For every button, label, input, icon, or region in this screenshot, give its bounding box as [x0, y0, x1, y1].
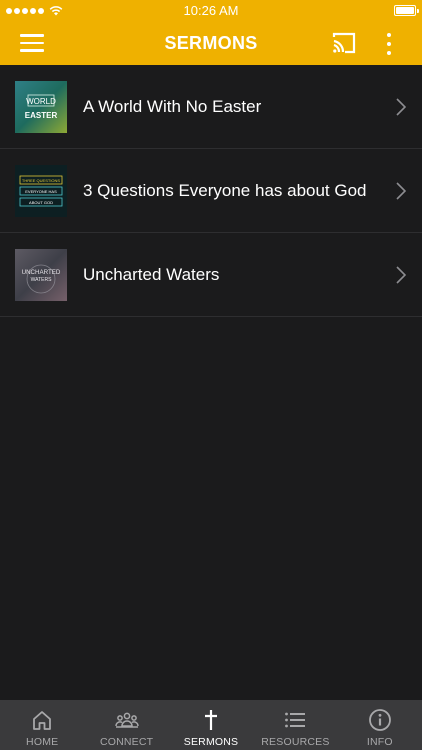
- chevron-right-icon: [396, 182, 406, 200]
- tab-label: SERMONS: [183, 736, 239, 748]
- sermon-thumbnail: THREE QUESTIONS EVERYONE HAS ABOUT GOD: [15, 165, 67, 217]
- sermon-list-item[interactable]: WORLD EASTER A World With No Easter: [0, 65, 422, 149]
- tab-sermons[interactable]: SERMONS: [169, 700, 253, 750]
- sermon-thumbnail: WORLD EASTER: [15, 81, 67, 133]
- tab-label: HOME: [26, 736, 59, 748]
- cast-icon[interactable]: [331, 31, 357, 55]
- people-icon: [114, 712, 139, 728]
- info-icon: [368, 709, 391, 731]
- chevron-right-icon: [396, 266, 406, 284]
- tab-label: CONNECT: [99, 736, 154, 748]
- svg-text:EASTER: EASTER: [25, 111, 58, 120]
- sermon-list-item[interactable]: UNCHARTED WATERS Uncharted Waters: [0, 233, 422, 317]
- battery-icon: [394, 5, 419, 16]
- list-icon: [285, 712, 306, 728]
- svg-text:ABOUT GOD: ABOUT GOD: [29, 200, 53, 205]
- cross-icon: [205, 710, 218, 730]
- home-icon: [33, 711, 52, 730]
- status-bar: 10:26 AM: [0, 0, 422, 22]
- svg-text:THREE QUESTIONS: THREE QUESTIONS: [22, 178, 61, 183]
- svg-text:EVERYONE HAS: EVERYONE HAS: [25, 189, 57, 194]
- tab-label: INFO: [366, 736, 393, 748]
- sermon-title: A World With No Easter: [83, 97, 262, 116]
- sermon-list-item[interactable]: THREE QUESTIONS EVERYONE HAS ABOUT GOD 3…: [0, 149, 422, 233]
- sermon-title: 3 Questions Everyone has about God: [83, 181, 367, 200]
- sermon-thumbnail: UNCHARTED WATERS: [15, 249, 67, 301]
- sermon-title: Uncharted Waters: [83, 265, 220, 284]
- svg-text:WORLD: WORLD: [26, 97, 56, 106]
- more-options-icon[interactable]: [378, 31, 400, 57]
- tab-home[interactable]: HOME: [0, 700, 84, 750]
- tab-bar: HOME CONNECT SERMONS RESOURCES INFO: [0, 700, 422, 750]
- svg-text:WATERS: WATERS: [31, 277, 52, 283]
- tab-label: RESOURCES: [261, 736, 330, 748]
- status-time: 10:26 AM: [183, 3, 239, 18]
- tab-connect[interactable]: CONNECT: [84, 700, 168, 750]
- svg-text:UNCHARTED: UNCHARTED: [22, 269, 61, 276]
- nav-bar: SERMONS: [0, 22, 422, 65]
- chevron-right-icon: [396, 98, 406, 116]
- page-title: SERMONS: [164, 33, 258, 53]
- tab-info[interactable]: INFO: [338, 700, 422, 750]
- tab-resources[interactable]: RESOURCES: [253, 700, 337, 750]
- sermon-list: WORLD EASTER A World With No Easter THRE…: [0, 65, 422, 317]
